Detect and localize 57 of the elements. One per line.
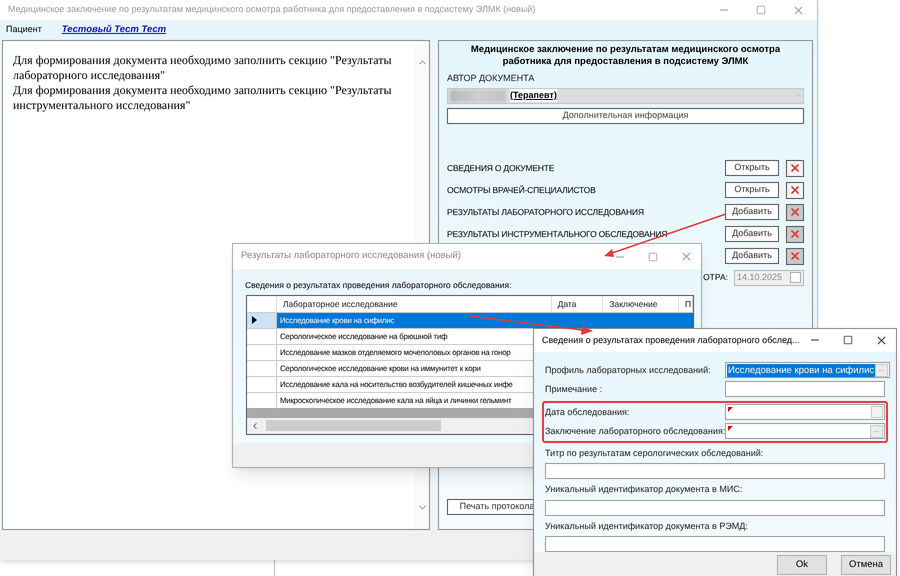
delete-icon (789, 228, 801, 240)
field-label: Уникальный идентификатор документа в РЭМД: (545, 520, 749, 533)
scroll-thumb[interactable] (266, 420, 441, 432)
delete-icon (789, 162, 801, 174)
delete-button[interactable] (786, 226, 804, 242)
patient-link[interactable]: Тестовый Тест Тест (62, 22, 166, 38)
section-label: СВЕДЕНИЯ О ДОКУМЕНТЕ (447, 162, 554, 174)
date-picker-button[interactable] (790, 272, 801, 283)
section-label: РЕЗУЛЬТАТЫ ЛАБОРАТОРНОГО ИССЛЕДОВАНИЯ (447, 206, 644, 218)
field-label: Титр по результатам серологических обследований: (545, 446, 764, 460)
delete-button[interactable] (786, 160, 804, 176)
dialog-button[interactable]: Ok (777, 554, 827, 575)
redacted-name (450, 90, 506, 102)
patient-label: Пациент (6, 23, 42, 36)
section-action-button[interactable]: Открыть (725, 182, 779, 198)
section-label: РЕЗУЛЬТАТЫ ИНСТРУМЕНТАЛЬНОГО ОБСЛЕДОВАНИЯ (447, 228, 668, 240)
dialog-button[interactable]: Отмена (841, 554, 891, 575)
column-header[interactable]: Заключение (603, 296, 680, 312)
delete-button[interactable] (786, 204, 804, 220)
row-pointer-icon (252, 316, 257, 324)
field-label: Уникальный идентификатор документа в МИС: (545, 483, 744, 496)
field-value: Исследование крови на сифилис (727, 364, 876, 377)
date-label: ОТРА: (703, 271, 728, 284)
input-field[interactable] (725, 404, 885, 420)
input-field[interactable] (545, 500, 885, 516)
maximize-icon[interactable] (843, 335, 853, 346)
date-picker-button[interactable] (871, 406, 883, 418)
input-field[interactable] (725, 381, 885, 398)
message-text: Для формирования документа необходимо заполнить секцию "Результаты лабораторного исследования" (13, 53, 393, 83)
section-action-button[interactable]: Добавить (725, 248, 779, 264)
extra-info-button[interactable]: Дополнительная информация (447, 108, 804, 124)
author-label: АВТОР ДОКУМЕНТА (447, 72, 536, 85)
delete-icon (789, 206, 801, 218)
row-header[interactable] (247, 312, 277, 328)
document-title: Медицинское заключение по результатам медицинского осмотра работника для предоставления в подсистему ЭЛМК (470, 44, 782, 68)
column-header[interactable]: П (679, 296, 693, 312)
column-header[interactable]: Лабораторное исследование (276, 296, 552, 312)
delete-icon (789, 184, 801, 196)
window-title: Результаты лабораторного исследования (новый) (240, 249, 461, 264)
date-value: 14.10.2025 (737, 270, 782, 284)
section-action-button[interactable]: Добавить (725, 226, 779, 242)
section-label: ОСМОТРЫ ВРАЧЕЙ-СПЕЦИАЛИСТОВ (447, 184, 596, 196)
field-label: Заключение лабораторного обследования: (545, 424, 725, 438)
input-field[interactable] (545, 463, 885, 480)
grid-caption: Сведения о результатах проведения лабораторного обследования: (245, 279, 512, 292)
input-field[interactable] (545, 536, 885, 552)
field-label: Дата обследования: (545, 406, 630, 419)
close-icon[interactable] (875, 334, 888, 347)
delete-button[interactable] (786, 248, 804, 264)
message-text: Для формирования документа необходимо заполнить секцию "Результаты инструментального исследования" (13, 83, 393, 113)
section-action-button[interactable]: Открыть (725, 160, 779, 176)
delete-icon (789, 250, 801, 262)
author-value: (Терапевт) (510, 88, 557, 102)
section-action-button[interactable]: Добавить (725, 204, 779, 220)
window-title: Медицинское заключение по результатам медицинского осмотра работника для предоставления в подсистему ЭЛМК (новый) (7, 3, 536, 16)
column-header[interactable]: Дата (552, 296, 604, 312)
delete-button[interactable] (786, 182, 804, 198)
